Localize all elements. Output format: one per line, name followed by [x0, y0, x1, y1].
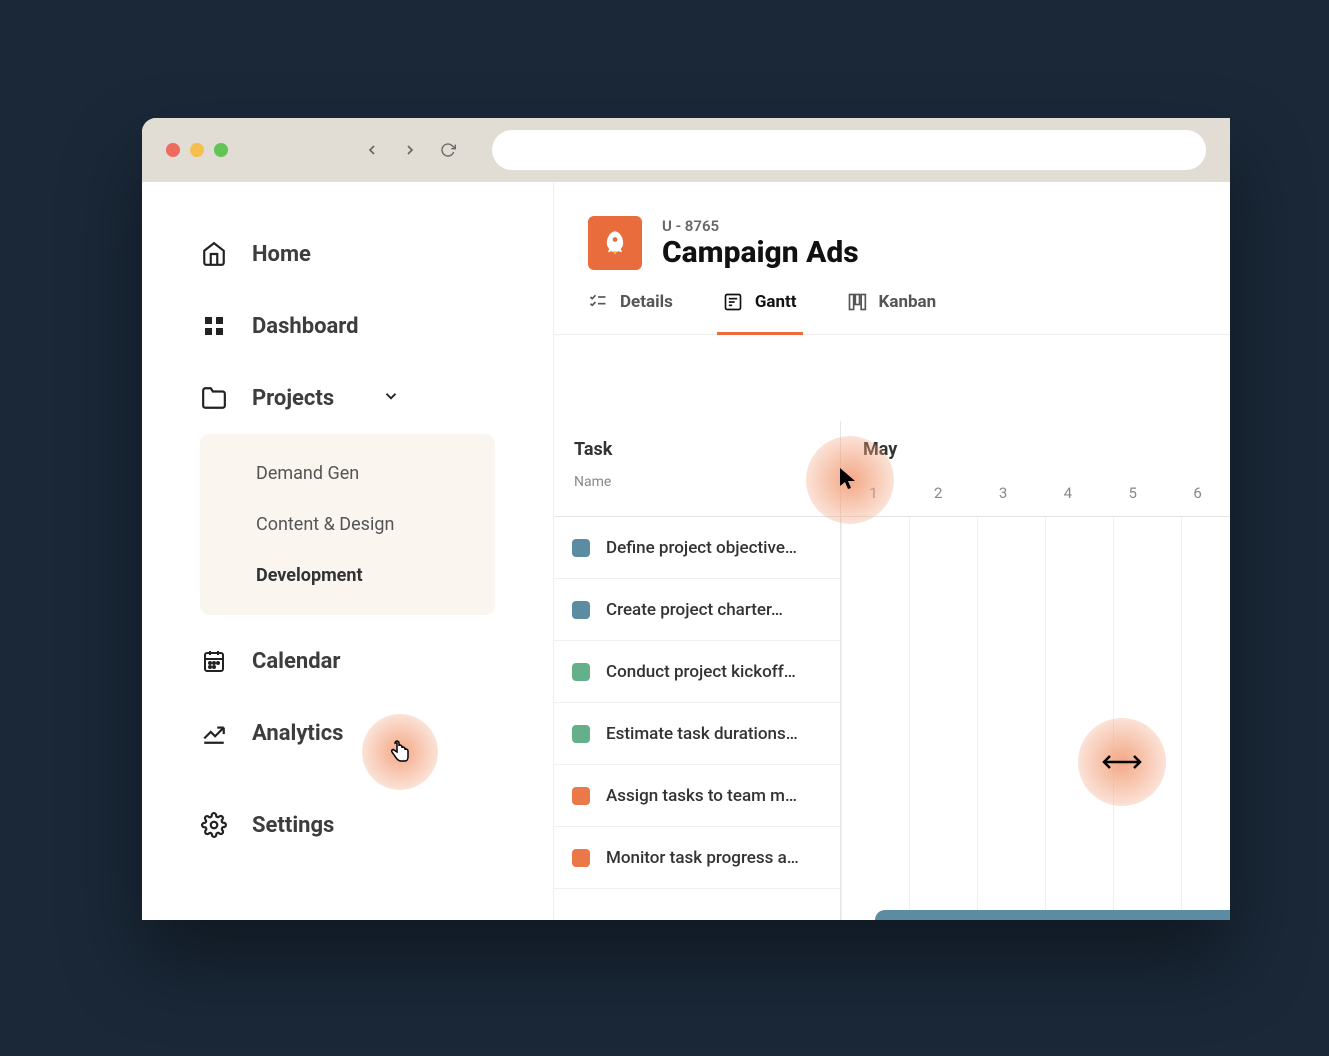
task-color-swatch [572, 725, 590, 743]
sidebar-item-projects[interactable]: Projects [200, 362, 495, 434]
timeline-day-label: 2 [906, 484, 971, 502]
task-name-label: Create project charter… [606, 600, 783, 620]
task-row[interactable]: Define project objective… [554, 517, 840, 579]
project-badge [588, 216, 642, 270]
tab-kanban[interactable]: Kanban [847, 292, 937, 334]
timeline-gridline [977, 517, 978, 920]
browser-chrome [142, 118, 1230, 182]
timeline-day-label: 3 [971, 484, 1036, 502]
task-row[interactable]: Estimate task durations… [554, 703, 840, 765]
gantt-bar[interactable] [875, 910, 1230, 921]
timeline-day-label: 4 [1035, 484, 1100, 502]
timeline-gridline [1181, 517, 1182, 920]
sidebar: Home Dashboard Projects Demand Gen C [142, 182, 554, 920]
projects-submenu: Demand Gen Content & Design Development [200, 434, 495, 615]
dashboard-icon [200, 312, 228, 340]
timeline-day-label: 1 [841, 484, 906, 502]
timeline-header: May 123456 [841, 421, 1230, 517]
sidebar-item-label: Projects [252, 386, 334, 411]
task-header-label: Task [574, 439, 820, 460]
project-title: Campaign Ads [662, 235, 859, 270]
task-name-label: Define project objective… [606, 538, 797, 558]
app-window: Home Dashboard Projects Demand Gen C [142, 118, 1230, 920]
tab-label: Details [620, 292, 673, 312]
chevron-down-icon [382, 387, 400, 409]
sidebar-item-analytics[interactable]: Analytics [200, 697, 495, 769]
sidebar-subitem-development[interactable]: Development [200, 550, 495, 601]
sidebar-item-settings[interactable]: Settings [200, 789, 495, 861]
kanban-icon [847, 292, 867, 312]
gantt-icon [723, 292, 743, 312]
sidebar-item-label: Dashboard [252, 314, 359, 339]
chevron-right-icon [402, 142, 418, 158]
spacer [554, 335, 1230, 421]
chevron-left-icon [364, 142, 380, 158]
gantt-area: Task Name Define project objective… Creat… [554, 421, 1230, 920]
calendar-icon [200, 647, 228, 675]
view-tabs: Details Gantt Kanban [554, 270, 1230, 335]
reload-icon [440, 142, 456, 158]
timeline-row [841, 889, 1230, 920]
tab-details[interactable]: Details [588, 292, 673, 334]
home-icon [200, 240, 228, 268]
sidebar-item-label: Home [252, 242, 311, 267]
task-row[interactable]: Assign tasks to team m… [554, 765, 840, 827]
tasks-column: Task Name Define project objective… Creat… [554, 421, 841, 920]
sidebar-subitem-demand-gen[interactable]: Demand Gen [200, 448, 495, 499]
reload-button[interactable] [434, 136, 462, 164]
project-header: U - 8765 Campaign Ads [554, 182, 1230, 270]
checklist-icon [588, 292, 608, 312]
task-color-swatch [572, 601, 590, 619]
task-color-swatch [572, 663, 590, 681]
sidebar-subitem-content-design[interactable]: Content & Design [200, 499, 495, 550]
task-name-label: Monitor task progress a… [606, 848, 799, 868]
task-color-swatch [572, 849, 590, 867]
task-name-label: Conduct project kickoff… [606, 662, 796, 682]
task-color-swatch [572, 539, 590, 557]
timeline-column: May 123456 [841, 421, 1230, 920]
task-name-label: Assign tasks to team m… [606, 786, 797, 806]
sidebar-item-label: Calendar [252, 649, 340, 674]
task-row[interactable]: Create project charter… [554, 579, 840, 641]
tab-gantt[interactable]: Gantt [723, 292, 797, 334]
timeline-gridline [909, 517, 910, 920]
sidebar-item-label: Analytics [252, 721, 343, 746]
forward-button[interactable] [396, 136, 424, 164]
sidebar-item-home[interactable]: Home [200, 218, 495, 290]
task-row[interactable]: Monitor task progress a… [554, 827, 840, 889]
main-content: U - 8765 Campaign Ads Details Gantt Kanb… [554, 182, 1230, 920]
task-color-swatch [572, 787, 590, 805]
tab-label: Gantt [755, 292, 797, 312]
url-bar[interactable] [492, 130, 1206, 170]
minimize-window-dot[interactable] [190, 143, 204, 157]
sidebar-item-calendar[interactable]: Calendar [200, 625, 495, 697]
task-name-label: Estimate task durations… [606, 724, 798, 744]
timeline-gridline [841, 517, 842, 920]
name-header-label: Name [574, 474, 820, 490]
task-row[interactable]: Conduct project kickoff… [554, 641, 840, 703]
gear-icon [200, 811, 228, 839]
sidebar-item-dashboard[interactable]: Dashboard [200, 290, 495, 362]
tab-label: Kanban [879, 292, 937, 312]
rocket-icon [601, 229, 629, 257]
maximize-window-dot[interactable] [214, 143, 228, 157]
timeline-month: May [863, 439, 1208, 460]
folder-icon [200, 384, 228, 412]
sidebar-item-label: Settings [252, 813, 334, 838]
timeline-gridline [1045, 517, 1046, 920]
close-window-dot[interactable] [166, 143, 180, 157]
timeline-day-label: 5 [1100, 484, 1165, 502]
timeline-gridline [1113, 517, 1114, 920]
project-id: U - 8765 [662, 217, 859, 235]
tasks-column-header: Task Name [554, 421, 840, 517]
traffic-lights [166, 143, 228, 157]
back-button[interactable] [358, 136, 386, 164]
timeline-day-label: 6 [1165, 484, 1230, 502]
analytics-icon [200, 719, 228, 747]
